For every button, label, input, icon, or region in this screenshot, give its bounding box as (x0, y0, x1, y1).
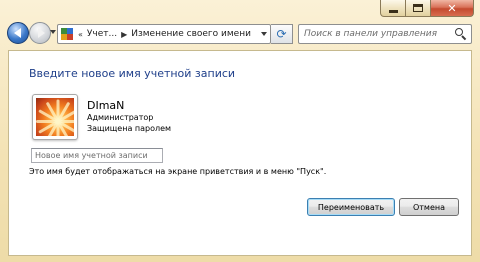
address-dropdown-icon[interactable] (261, 32, 267, 36)
control-panel-icon (60, 27, 74, 41)
search-input[interactable] (304, 29, 454, 39)
rename-button[interactable]: Переименовать (307, 198, 395, 216)
minimize-button[interactable] (380, 0, 406, 17)
recent-pages-dropdown[interactable] (50, 30, 56, 34)
refresh-icon: ⟳ (276, 27, 287, 41)
address-bar[interactable]: « Учет... ▶ Изменение своего имени (57, 24, 271, 44)
close-icon: ✕ (447, 1, 457, 15)
breadcrumb-separator-icon[interactable]: ▶ (121, 30, 127, 39)
back-button[interactable] (7, 22, 29, 44)
caption-buttons: ✕ (380, 0, 474, 17)
user-name: DImaN (87, 99, 125, 112)
breadcrumb-item-change-name[interactable]: Изменение своего имени (131, 29, 251, 39)
avatar (32, 94, 78, 140)
maximize-icon (413, 4, 423, 12)
search-box[interactable] (298, 24, 472, 44)
control-panel-window: ✕ « Учет... ▶ Изменение своего имени ⟳ В… (0, 0, 480, 262)
new-account-name-input[interactable] (31, 148, 163, 163)
page-title: Введите новое имя учетной записи (29, 67, 236, 80)
forward-button[interactable] (29, 22, 51, 44)
breadcrumb-item-accounts[interactable]: Учет... (87, 29, 117, 39)
user-picture-icon (36, 98, 74, 136)
maximize-button[interactable] (406, 0, 431, 17)
back-arrow-icon (13, 28, 21, 38)
close-button[interactable]: ✕ (431, 0, 474, 17)
main-content: Введите новое имя учетной записи DImaN А… (8, 50, 472, 256)
forward-arrow-icon (37, 28, 45, 38)
hint-text: Это имя будет отображаться на экране при… (29, 167, 327, 176)
user-role: Администратор (87, 113, 154, 122)
refresh-button[interactable]: ⟳ (271, 24, 293, 44)
breadcrumb-overflow[interactable]: « (78, 30, 83, 39)
minimize-icon (388, 9, 398, 13)
cancel-button[interactable]: Отмена (399, 198, 459, 216)
password-status: Защищена паролем (87, 124, 172, 133)
search-icon[interactable] (455, 28, 467, 41)
